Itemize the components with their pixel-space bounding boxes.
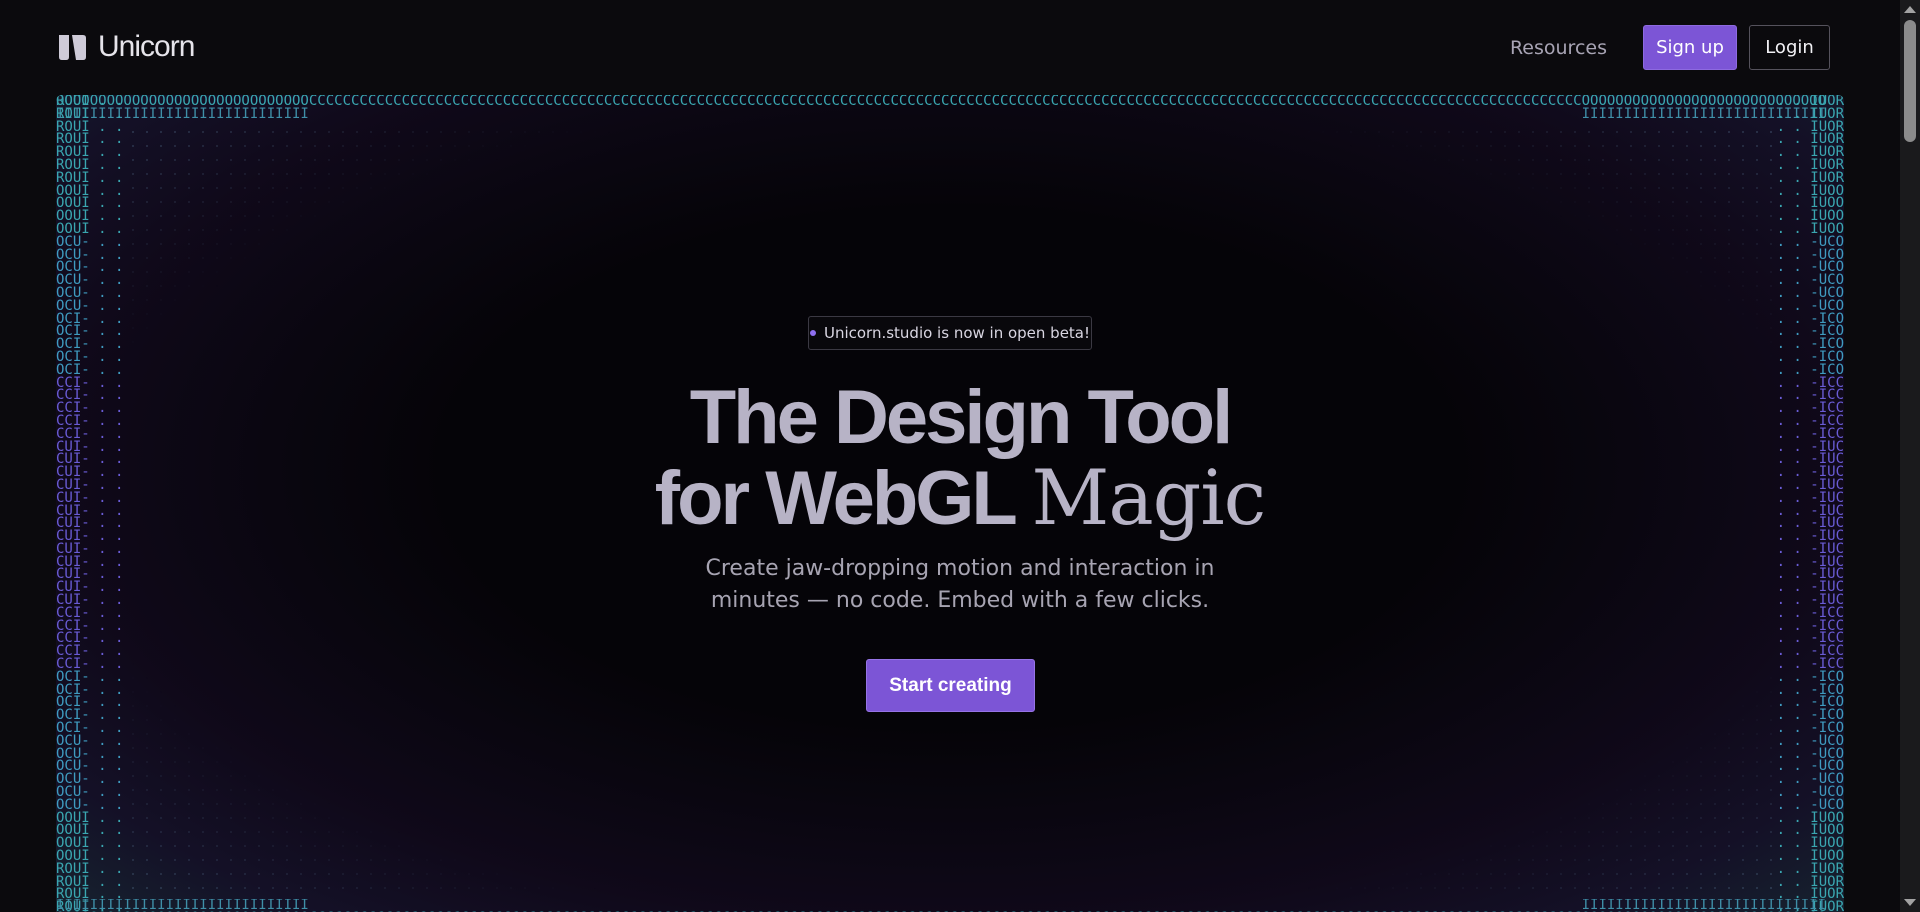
ascii-border-top: OOOOOOOOOOOOOOOOOOOOOOOOOOOOOOCCCCCCCCCC… [56, 95, 1827, 122]
beta-badge[interactable]: Unicorn.studio is now in open beta! [808, 316, 1092, 350]
beta-badge-text: Unicorn.studio is now in open beta! [823, 324, 1091, 342]
unicorn-logo-icon [59, 35, 86, 60]
main-nav: Resources Sign up Login [1486, 25, 1830, 70]
hero-title: The Design Tool for WebGL Magic [560, 378, 1360, 539]
signup-button[interactable]: Sign up [1643, 25, 1737, 70]
status-dot-icon [809, 330, 816, 336]
ascii-border-bottom: IIIIIIIIIIIIIIIIIIIIIIIIIIIIII IIIIIIIII… [56, 899, 1827, 912]
start-creating-button[interactable]: Start creating [866, 659, 1035, 712]
hero-title-line1: The Design Tool [689, 375, 1233, 460]
site-header: Unicorn Resources Sign up Login [0, 0, 1900, 96]
scroll-up-arrow-icon[interactable] [1904, 6, 1916, 13]
logo-text: Unicorn [98, 30, 195, 63]
hero-subtitle: Create jaw-dropping motion and interacti… [705, 556, 1215, 613]
hero-title-magic: Magic [1031, 453, 1267, 542]
logo[interactable]: Unicorn [56, 30, 195, 64]
scroll-down-arrow-icon[interactable] [1904, 899, 1916, 906]
page: Unicorn Resources Sign up Login OOOOOOOO… [0, 0, 1920, 912]
nav-resources-link[interactable]: Resources [1486, 37, 1631, 59]
hero-title-line2: for WebGL [654, 456, 1032, 541]
ascii-border-right: . . IUOR . . IUOR . . IUOR . . IUOR . . … [1776, 95, 1844, 912]
ascii-border-left: ROUI . . ROUI . . ROUI . . ROUI . . ROUI… [56, 95, 124, 912]
login-button[interactable]: Login [1749, 25, 1830, 70]
scroll-thumb[interactable] [1904, 20, 1916, 142]
page-scrollbar[interactable] [1900, 0, 1920, 912]
